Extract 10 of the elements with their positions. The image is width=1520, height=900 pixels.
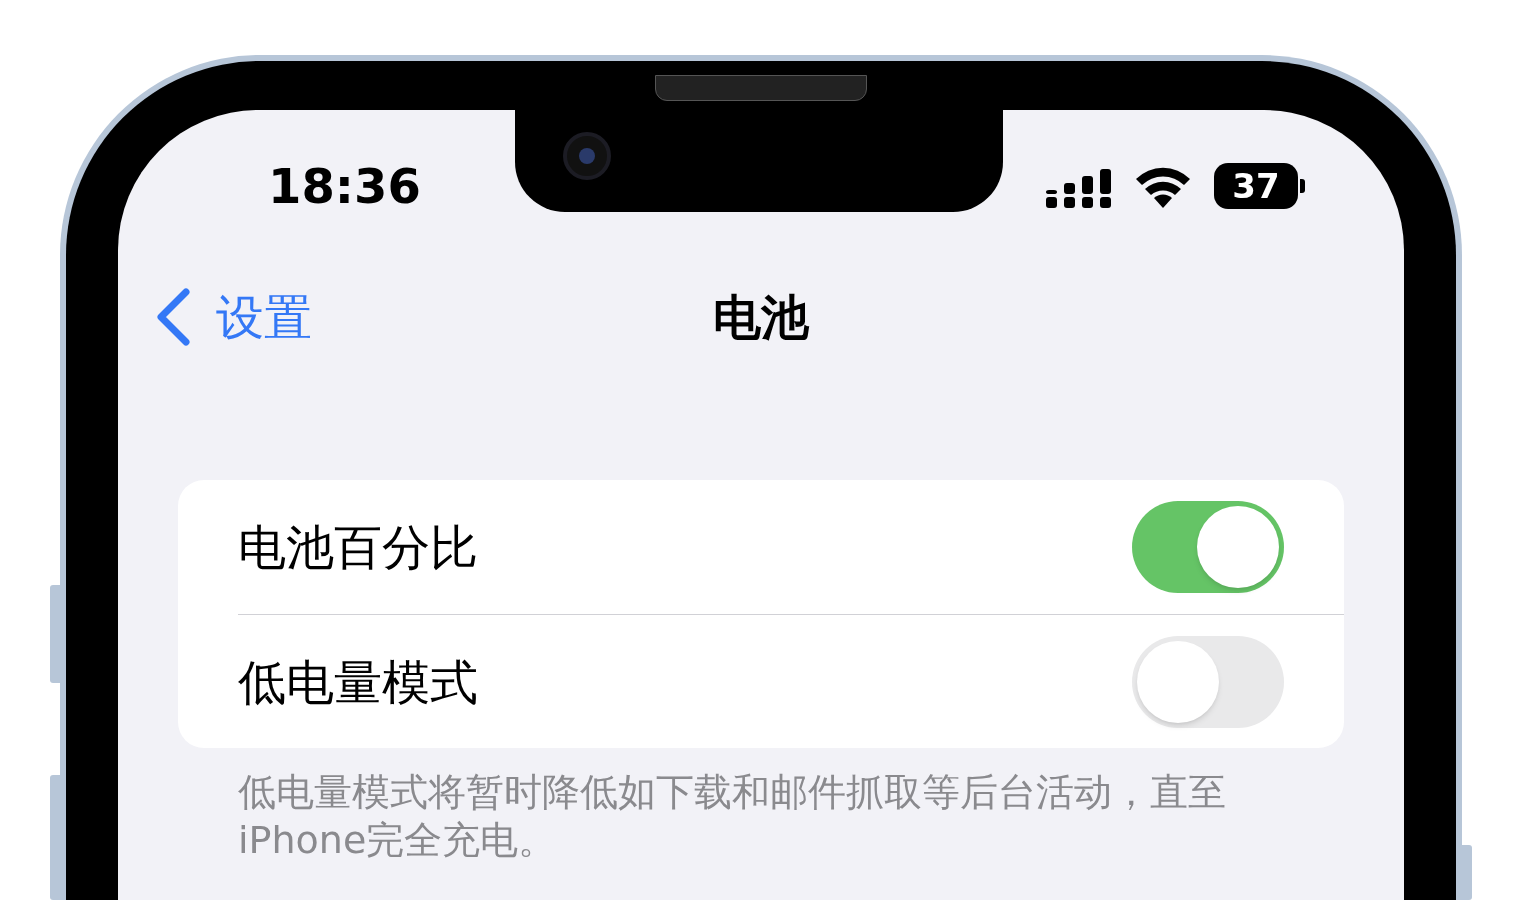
battery-percentage: 37 [1232,169,1280,203]
back-button[interactable]: 设置 [156,281,312,353]
status-time: 18:36 [268,162,421,210]
camera-icon [563,132,611,180]
battery-tip-icon [1300,179,1305,193]
footer-note: 低电量模式将暂时降低如下载和邮件抓取等后台活动，直至iPhone完全充电。 [238,769,1227,864]
page-title: 电池 [713,288,809,347]
back-chevron-icon [156,288,190,346]
setting-label: 低电量模式 [238,652,478,712]
setting-label: 电池百分比 [238,518,478,577]
